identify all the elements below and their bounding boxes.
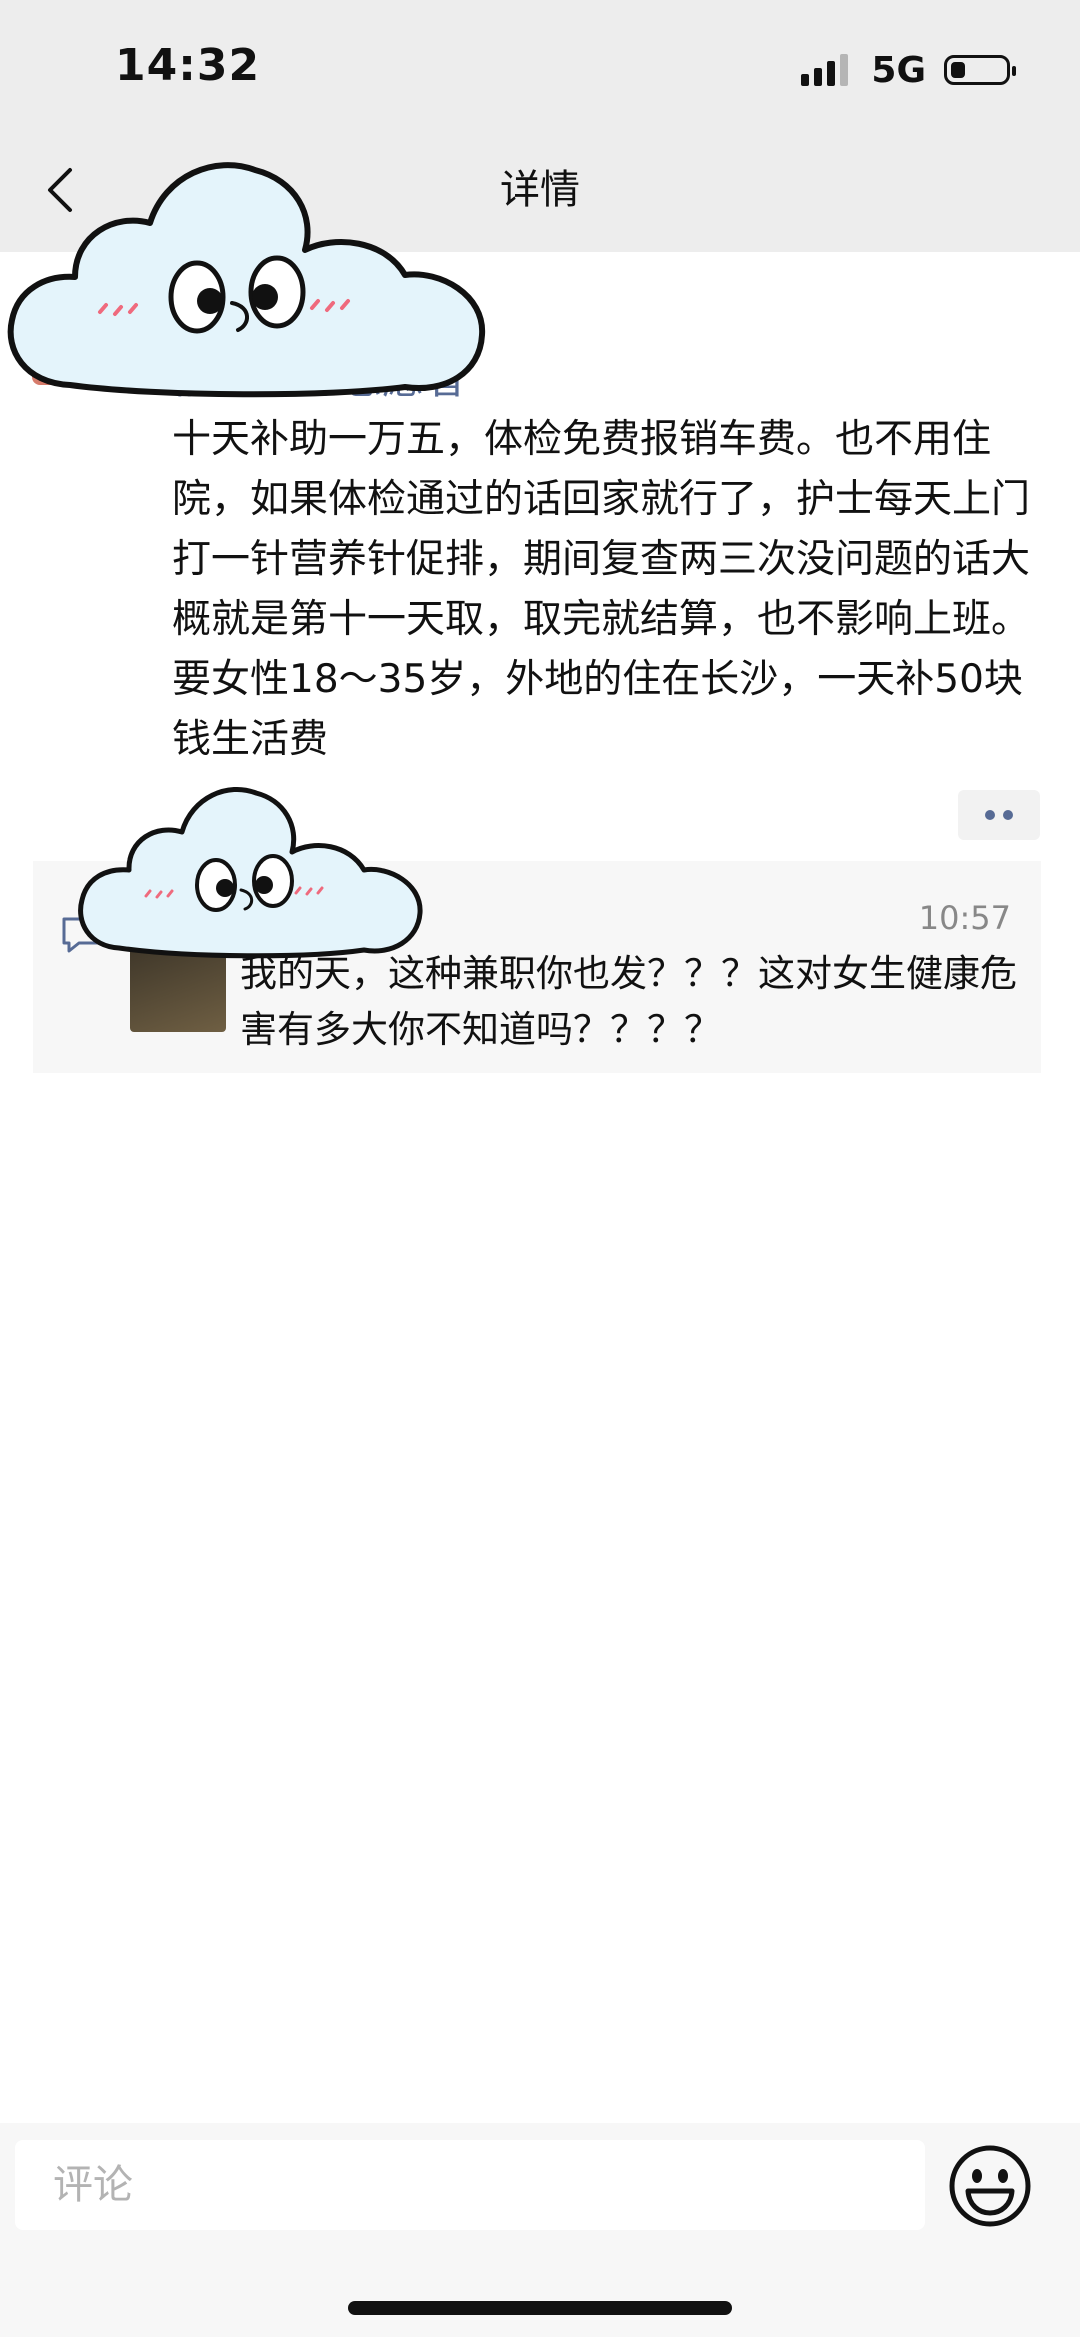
status-time: 14:32 [115,40,261,91]
cloud-sticker [78,787,423,959]
battery-low-icon [944,55,1016,85]
home-indicator [348,2301,732,2315]
network-label: 5G [871,49,926,91]
status-indicators: 5G [801,48,1016,92]
smiley-face-icon[interactable] [945,2141,1035,2231]
post-text: 十天补助一万五，体检免费报销车费。也不用住院，如果体检通过的话回家就行了，护士每… [172,417,1031,762]
more-button[interactable] [958,790,1040,840]
more-dots-icon [985,810,995,820]
comment-time: 10:57 [918,899,1011,937]
cloud-sticker [7,162,486,398]
comment-input[interactable] [15,2140,925,2230]
comment-input-bar [0,2123,1080,2337]
cellular-signal-icon [801,54,853,86]
